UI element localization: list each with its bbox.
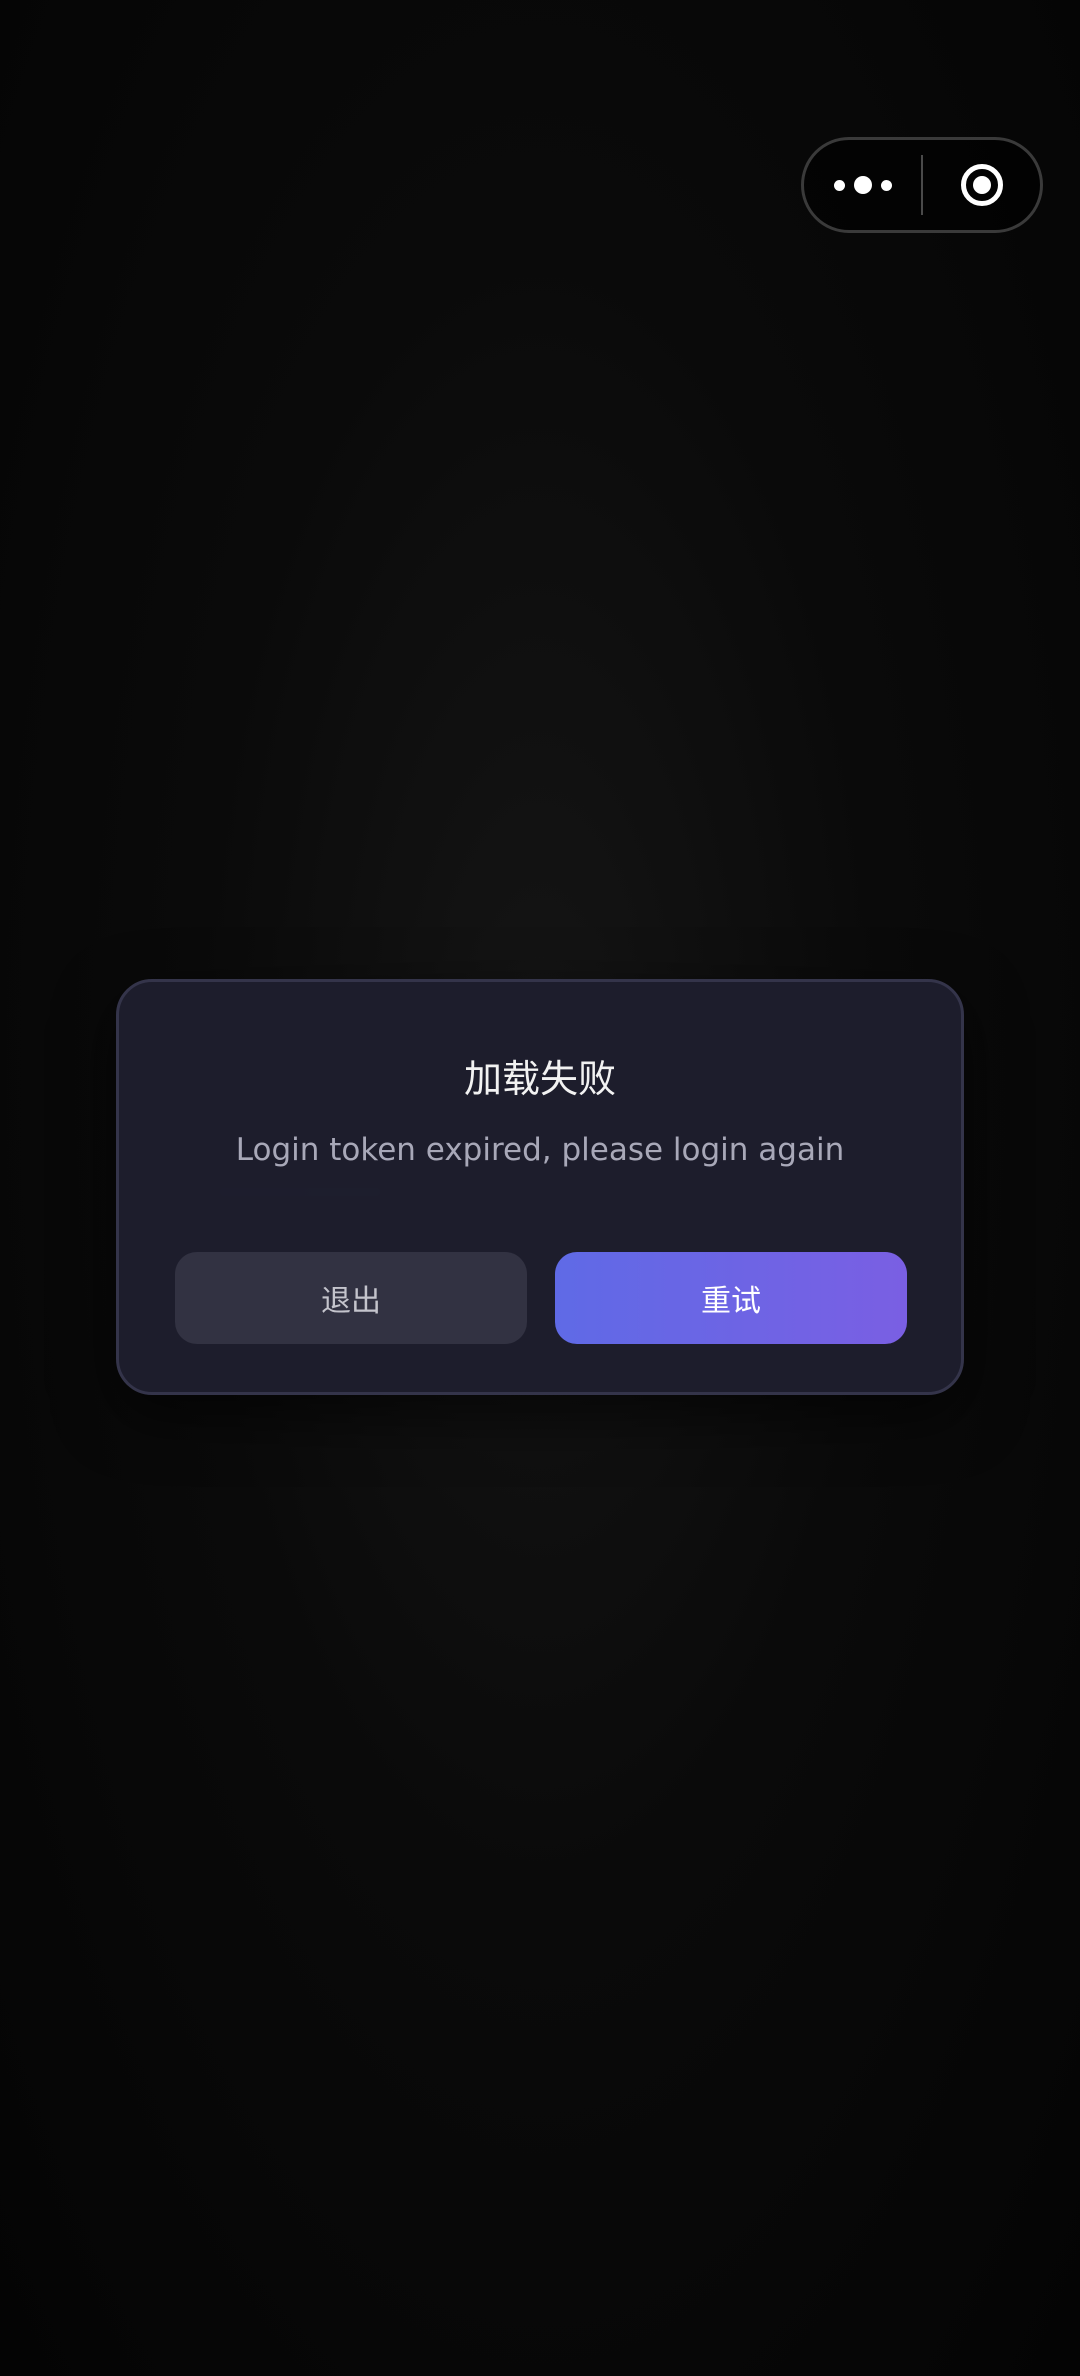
more-dots-icon <box>833 176 892 194</box>
exit-button[interactable]: 退出 <box>175 1252 527 1344</box>
more-button[interactable] <box>804 140 921 230</box>
close-miniprogram-button[interactable] <box>923 140 1040 230</box>
retry-button[interactable]: 重试 <box>555 1252 907 1344</box>
error-dialog: 加载失败 Login token expired, please login a… <box>116 979 964 1395</box>
target-circle-icon <box>960 164 1003 206</box>
dialog-title: 加载失败 <box>463 1057 616 1101</box>
retry-button-label: 重试 <box>701 1284 761 1319</box>
miniprogram-capsule <box>801 137 1043 233</box>
dialog-message: Login token expired, please login again <box>235 1132 845 1168</box>
exit-button-label: 退出 <box>321 1284 381 1319</box>
